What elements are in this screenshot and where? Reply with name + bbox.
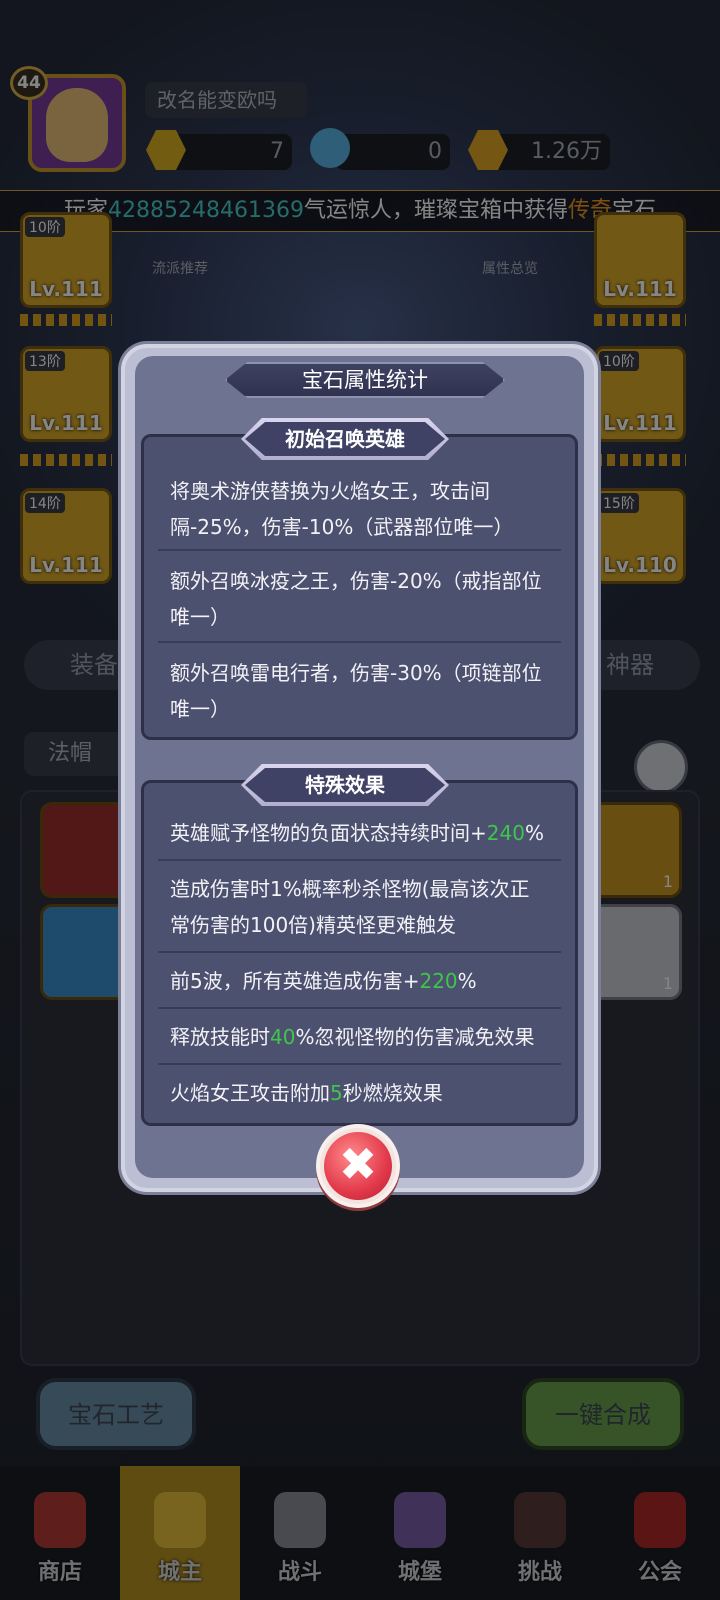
summon-row: 额外召唤冰疫之王，伤害-20%（戒指部位唯一） — [158, 555, 561, 643]
modal-title: 宝石属性统计 — [225, 362, 505, 398]
effect-row: 造成伤害时1%概率秒杀怪物(最高该次正常伤害的100倍)精英怪更难触发 — [158, 863, 561, 953]
effect-row: 英雄赋予怪物的负面状态持续时间+240% — [158, 807, 561, 861]
close-icon: ✖ — [324, 1132, 392, 1200]
summon-row: 将奥术游侠替换为火焰女王，攻击间隔-25%，伤害-10%（武器部位唯一） — [158, 467, 561, 551]
effect-row: 前5波，所有英雄造成伤害+220% — [158, 955, 561, 1009]
summon-section: 将奥术游侠替换为火焰女王，攻击间隔-25%，伤害-10%（武器部位唯一） 额外召… — [141, 434, 578, 740]
summon-row: 额外召唤雷电行者，伤害-30%（项链部位唯一） — [170, 661, 542, 721]
summon-section-heading: 初始召唤英雄 — [241, 418, 449, 460]
effect-row: 火焰女王攻击附加5秒燃烧效果 — [170, 1081, 443, 1105]
special-effects-section: 英雄赋予怪物的负面状态持续时间+240% 造成伤害时1%概率秒杀怪物(最高该次正… — [141, 780, 578, 1126]
effect-row: 释放技能时40%忽视怪物的伤害减免效果 — [158, 1011, 561, 1065]
special-section-heading: 特殊效果 — [241, 764, 449, 806]
gem-stats-modal: 宝石属性统计 将奥术游侠替换为火焰女王，攻击间隔-25%，伤害-10%（武器部位… — [121, 344, 598, 1192]
close-button[interactable]: ✖ — [316, 1124, 400, 1208]
